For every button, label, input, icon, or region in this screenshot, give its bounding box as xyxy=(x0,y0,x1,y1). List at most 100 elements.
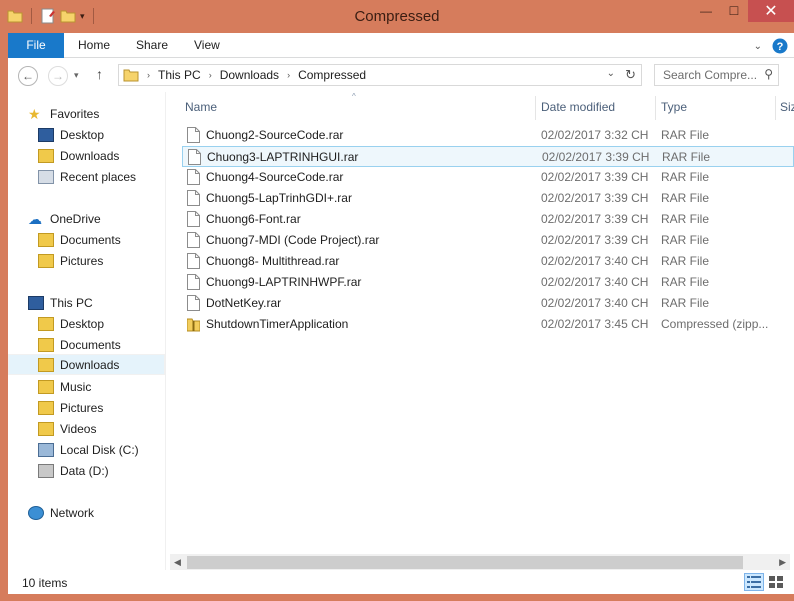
breadcrumb-separator[interactable]: › xyxy=(287,70,290,80)
file-row[interactable]: DotNetKey.rar 02/02/2017 3:40 CH RAR File xyxy=(182,293,794,314)
file-row[interactable]: Chuong8- Multithread.rar 02/02/2017 3:40 … xyxy=(182,251,794,272)
large-icons-view-button[interactable] xyxy=(766,573,786,591)
nav-pc-documents[interactable]: Documents xyxy=(38,334,121,355)
file-icon xyxy=(187,169,200,185)
column-header-type[interactable]: Type xyxy=(661,96,687,120)
column-divider[interactable] xyxy=(775,96,776,120)
nav-pc-desktop[interactable]: Desktop xyxy=(38,313,104,334)
ribbon-tabs: File Home Share View ⌄ ? xyxy=(8,33,794,58)
file-date: 02/02/2017 3:40 CH xyxy=(541,275,649,289)
horizontal-scrollbar[interactable]: ◀ ▶ xyxy=(170,554,790,570)
window-controls: — ☐ ✕ xyxy=(692,0,794,22)
nav-label: Documents xyxy=(60,337,121,352)
file-name: Chuong7-MDI (Code Project).rar xyxy=(206,233,380,247)
tab-view[interactable]: View xyxy=(194,33,220,58)
file-type: RAR File xyxy=(662,150,711,164)
column-header-size[interactable]: Siz xyxy=(780,96,794,120)
nav-local-disk[interactable]: Local Disk (C:) xyxy=(38,439,139,460)
nav-network[interactable]: Network xyxy=(28,502,94,523)
zip-folder-icon xyxy=(187,318,200,332)
address-bar[interactable]: › This PC › Downloads › Compressed ⌄ ↻ xyxy=(118,64,642,86)
file-icon xyxy=(188,149,201,165)
close-button[interactable]: ✕ xyxy=(748,0,794,22)
breadcrumb-compressed[interactable]: Compressed xyxy=(298,68,366,82)
scrollbar-thumb[interactable] xyxy=(187,556,743,569)
nav-label: Pictures xyxy=(60,253,104,268)
nav-data-disk[interactable]: Data (D:) xyxy=(38,460,109,481)
search-icon[interactable]: ⚲ xyxy=(764,67,773,81)
navigation-bar: ← → ▾ ↑ › This PC › Downloads › Compress… xyxy=(8,58,794,92)
up-arrow-icon[interactable]: ↑ xyxy=(96,66,103,82)
column-header-date[interactable]: Date modified xyxy=(541,96,615,120)
nav-label: Downloads xyxy=(60,148,120,163)
nav-label: Recent places xyxy=(60,169,137,184)
minimize-button[interactable]: — xyxy=(692,0,720,22)
file-icon xyxy=(187,211,200,227)
folder-icon xyxy=(38,232,54,247)
nav-this-pc[interactable]: This PC xyxy=(28,292,93,313)
scroll-left-icon[interactable]: ◀ xyxy=(174,557,181,568)
nav-onedrive-documents[interactable]: Documents xyxy=(38,229,121,250)
scroll-right-icon[interactable]: ▶ xyxy=(779,557,786,568)
nav-favorites[interactable]: ★ Favorites xyxy=(28,103,99,124)
maximize-button[interactable]: ☐ xyxy=(720,0,748,22)
file-name: Chuong5-LapTrinhGDI+.rar xyxy=(206,191,352,205)
refresh-icon[interactable]: ↻ xyxy=(625,67,636,83)
forward-button[interactable]: → xyxy=(48,66,68,86)
back-button[interactable]: ← xyxy=(18,66,38,86)
nav-label: Favorites xyxy=(50,106,100,121)
nav-label: Network xyxy=(50,505,95,520)
file-row[interactable]: Chuong9-LAPTRINHWPF.rar 02/02/2017 3:40 C… xyxy=(182,272,794,293)
column-header-name[interactable]: Name xyxy=(185,96,217,120)
breadcrumb-separator[interactable]: › xyxy=(147,70,150,80)
search-input[interactable]: Search Compre... ⚲ xyxy=(654,64,779,86)
tab-share[interactable]: Share xyxy=(136,33,168,58)
column-divider[interactable] xyxy=(535,96,536,120)
file-row[interactable]: Chuong4-SourceCode.rar 02/02/2017 3:39 CH… xyxy=(182,167,794,188)
nav-pc-pictures[interactable]: Pictures xyxy=(38,397,103,418)
help-icon[interactable]: ? xyxy=(772,38,788,54)
file-icon xyxy=(187,295,200,311)
column-divider[interactable] xyxy=(655,96,656,120)
tab-file[interactable]: File xyxy=(8,33,64,58)
nav-desktop[interactable]: Desktop xyxy=(38,124,104,145)
computer-icon xyxy=(28,295,44,310)
nav-onedrive[interactable]: ☁ OneDrive xyxy=(28,208,101,229)
nav-pc-videos[interactable]: Videos xyxy=(38,418,96,439)
nav-label: Data (D:) xyxy=(60,463,109,478)
file-row[interactable]: Chuong5-LapTrinhGDI+.rar 02/02/2017 3:39 … xyxy=(182,188,794,209)
address-dropdown-icon[interactable]: ⌄ xyxy=(607,68,615,79)
file-icon xyxy=(187,232,200,248)
nav-label: Desktop xyxy=(60,316,105,331)
nav-label: Music xyxy=(60,379,92,394)
file-name: ShutdownTimerApplication xyxy=(206,317,349,331)
search-placeholder: Search Compre... xyxy=(663,68,758,82)
file-row[interactable]: ShutdownTimerApplication 02/02/2017 3:45 … xyxy=(182,314,794,335)
file-date: 02/02/2017 3:39 CH xyxy=(541,233,649,247)
nav-downloads[interactable]: Downloads xyxy=(38,145,119,166)
file-date: 02/02/2017 3:39 CH xyxy=(541,191,649,205)
file-row[interactable]: Chuong7-MDI (Code Project).rar 02/02/2017… xyxy=(182,230,794,251)
file-date: 02/02/2017 3:40 CH xyxy=(541,296,649,310)
close-icon: ✕ xyxy=(764,3,778,20)
file-name: DotNetKey.rar xyxy=(206,296,282,310)
file-row[interactable]: Chuong3-LAPTRINHGUI.rar 02/02/2017 3:39 C… xyxy=(182,146,794,167)
maximize-icon: ☐ xyxy=(728,4,740,18)
expand-ribbon-icon[interactable]: ⌄ xyxy=(754,41,762,52)
file-icon xyxy=(187,274,200,290)
file-type: RAR File xyxy=(661,296,710,310)
desktop-icon xyxy=(38,127,54,142)
nav-pc-downloads[interactable]: Downloads xyxy=(8,354,165,375)
details-view-button[interactable] xyxy=(744,573,764,591)
nav-onedrive-pictures[interactable]: Pictures xyxy=(38,250,103,271)
breadcrumb-this-pc[interactable]: This PC xyxy=(158,68,201,82)
file-icon xyxy=(187,190,200,206)
nav-recent-places[interactable]: Recent places xyxy=(38,166,136,187)
nav-pc-music[interactable]: Music xyxy=(38,376,91,397)
tab-home[interactable]: Home xyxy=(78,33,110,58)
breadcrumb-downloads[interactable]: Downloads xyxy=(220,68,279,82)
file-row[interactable]: Chuong2-SourceCode.rar 02/02/2017 3:32 CH… xyxy=(182,125,794,146)
recent-locations-icon[interactable]: ▾ xyxy=(74,70,79,81)
file-row[interactable]: Chuong6-Font.rar 02/02/2017 3:39 CH RAR Fi… xyxy=(182,209,794,230)
breadcrumb-separator[interactable]: › xyxy=(209,70,212,80)
